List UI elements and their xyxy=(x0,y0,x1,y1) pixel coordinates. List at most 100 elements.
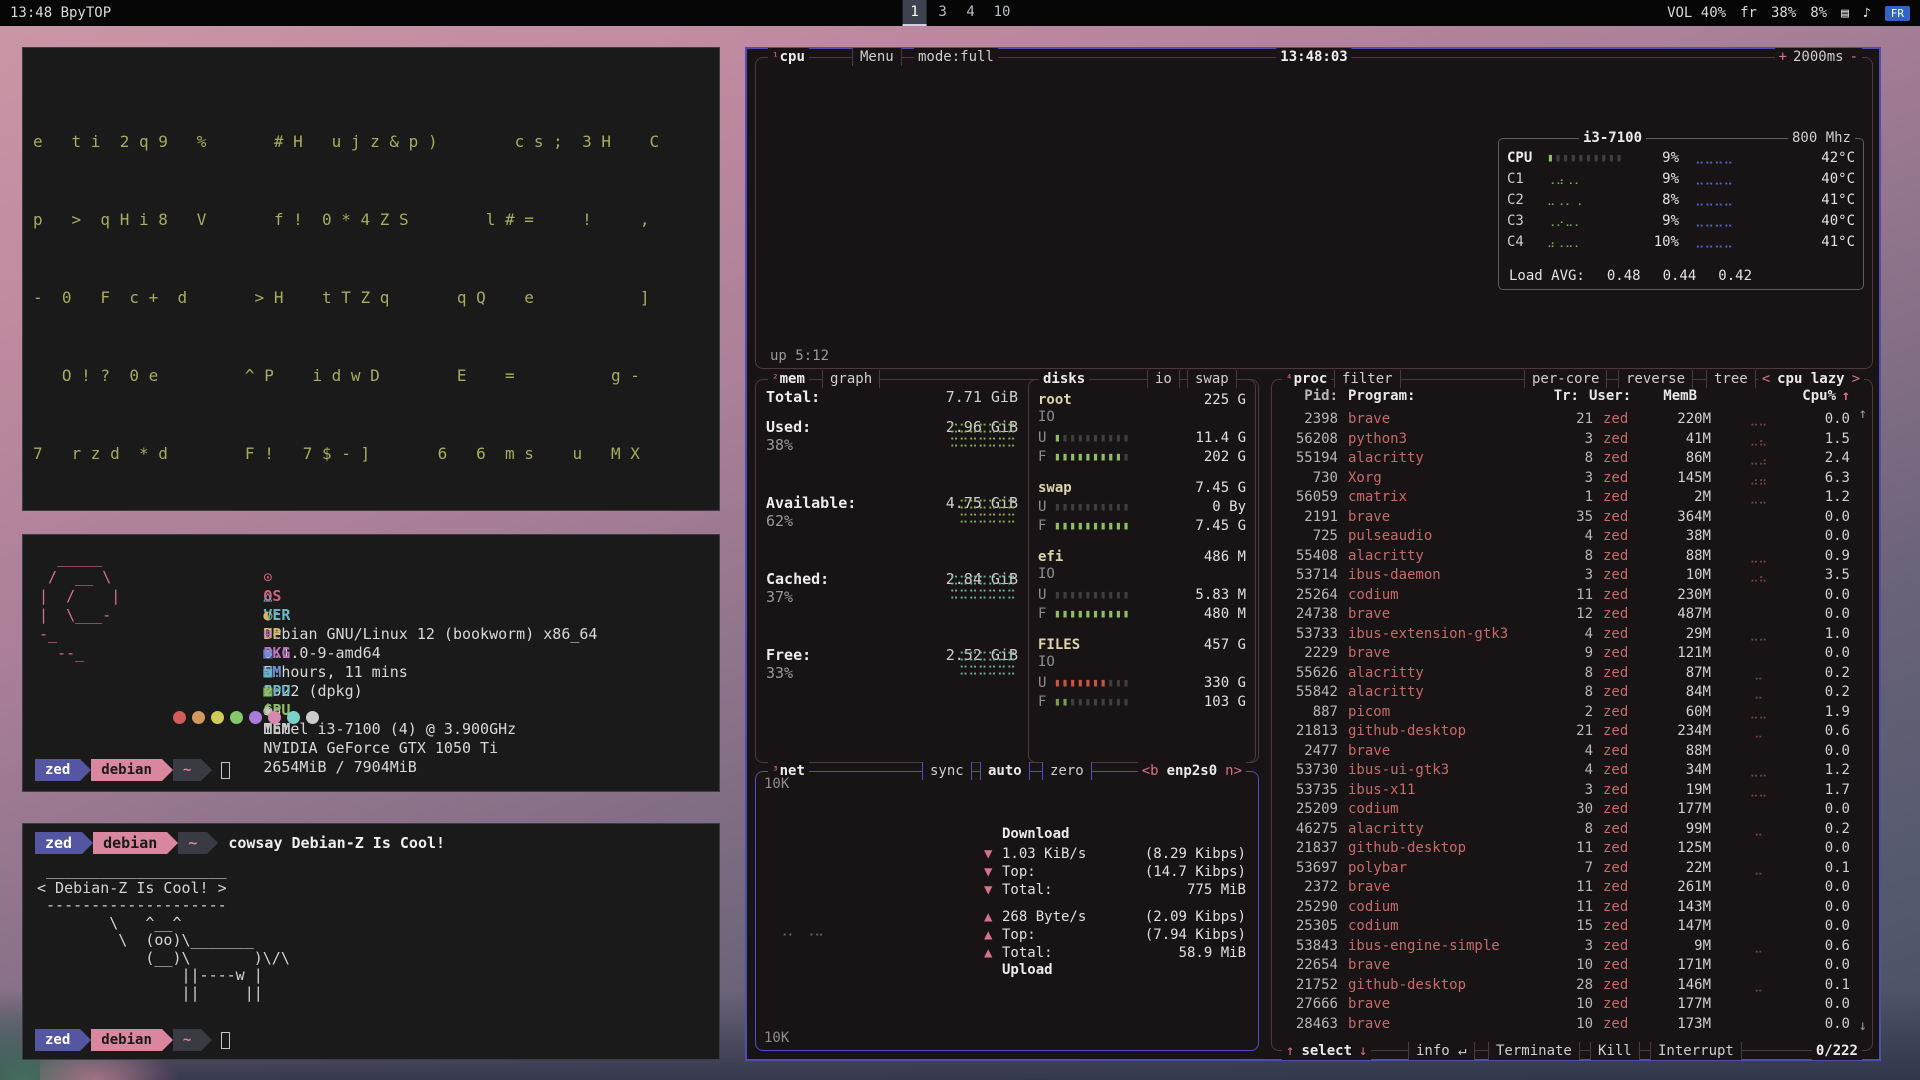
process-cpu-percent: 0.9 xyxy=(1806,547,1850,567)
disks-io-toggle[interactable]: io xyxy=(1147,370,1180,388)
process-row[interactable]: 2398 brave 21 zed 220M ⣀⣀ 0.0 xyxy=(1280,410,1850,430)
process-memory: 2M xyxy=(1651,488,1711,508)
select-down-arrow[interactable]: ↓ xyxy=(1359,1042,1367,1060)
iface-prev-button[interactable]: <b xyxy=(1142,762,1159,780)
neofetch-terminal[interactable]: _____ / __ \ | / | | \___- -_ --_ ⊙ OS :… xyxy=(22,534,720,792)
proc-select-control: ↑ select ↓ xyxy=(1282,1042,1371,1060)
bpytop-terminal[interactable]: ¹cpu Menu mode:full 13:48:03 + 2000ms - … xyxy=(745,47,1881,1061)
process-row[interactable]: 55194 alacritty 8 zed 86M ⣀⣠ 2.4 xyxy=(1280,449,1850,469)
process-name: alacritty xyxy=(1348,449,1563,469)
process-row[interactable]: 887 picom 2 zed 60M ⣀⣀ 1.9 xyxy=(1280,703,1850,723)
prompt-path-segment: ~ xyxy=(173,1029,201,1051)
sort-prev-button[interactable]: < xyxy=(1762,370,1770,388)
process-row[interactable]: 2477 brave 4 zed 88M 0.0 xyxy=(1280,742,1850,762)
net-zero-toggle[interactable]: zero xyxy=(1042,762,1092,780)
process-row[interactable]: 22654 brave 10 zed 171M 0.0 xyxy=(1280,956,1850,976)
process-cpu-percent: 0.2 xyxy=(1806,683,1850,703)
process-row[interactable]: 56208 python3 3 zed 41M ⣀⣄ 1.5 xyxy=(1280,430,1850,450)
language-flag-badge[interactable]: FR xyxy=(1885,6,1910,21)
workspace-button[interactable]: 4 xyxy=(959,0,983,26)
proc-reverse-toggle[interactable]: reverse xyxy=(1618,370,1693,388)
proc-terminate-button[interactable]: Terminate xyxy=(1488,1042,1580,1060)
proc-percore-toggle[interactable]: per-core xyxy=(1524,370,1607,388)
process-row[interactable]: 55626 alacritty 8 zed 87M ⣀ 0.2 xyxy=(1280,664,1850,684)
disks-swap-toggle[interactable]: swap xyxy=(1187,370,1237,388)
process-row[interactable]: 21837 github-desktop 11 zed 125M 0.0 xyxy=(1280,839,1850,859)
interval-increase-button[interactable]: + xyxy=(1779,48,1787,66)
header-threads[interactable]: Tr: xyxy=(1549,388,1579,404)
sort-direction-icon[interactable]: ↑ xyxy=(1836,388,1850,404)
display-icon[interactable]: ▤ xyxy=(1841,6,1849,21)
speaker-icon[interactable]: ♪ xyxy=(1863,6,1871,21)
process-user: zed xyxy=(1593,683,1651,703)
process-row[interactable]: 55842 alacritty 8 zed 84M ⣀ 0.2 xyxy=(1280,683,1850,703)
terminal-cursor[interactable] xyxy=(221,762,230,779)
process-threads: 4 xyxy=(1563,742,1593,762)
process-row[interactable]: 24738 brave 12 zed 487M 0.0 xyxy=(1280,605,1850,625)
scroll-up-indicator[interactable]: ↑ xyxy=(1859,406,1867,422)
scroll-down-indicator[interactable]: ↓ xyxy=(1859,1018,1867,1034)
select-up-arrow[interactable]: ↑ xyxy=(1286,1042,1294,1060)
process-user: zed xyxy=(1593,898,1651,918)
proc-kill-button[interactable]: Kill xyxy=(1590,1042,1640,1060)
header-cpu[interactable]: Cpu% xyxy=(1792,388,1836,404)
process-row[interactable]: 25209 codium 30 zed 177M 0.0 xyxy=(1280,800,1850,820)
sort-next-button[interactable]: > xyxy=(1852,370,1860,388)
header-pid[interactable]: Pid: xyxy=(1280,388,1338,404)
net-interface-selector: <b enp2s0 n> xyxy=(1138,762,1246,780)
iface-next-button[interactable]: n> xyxy=(1225,762,1242,780)
shell-prompt: zeddebian~ xyxy=(35,1029,230,1051)
mem-graph-toggle[interactable]: graph xyxy=(822,370,880,388)
mem-box-title[interactable]: ²mem xyxy=(768,370,809,388)
process-row[interactable]: 53697 polybar 7 zed 22M ⣀ 0.1 xyxy=(1280,859,1850,879)
process-row[interactable]: 25290 codium 11 zed 143M 0.0 xyxy=(1280,898,1850,918)
process-row[interactable]: 21752 github-desktop 28 zed 146M ⣀ 0.1 xyxy=(1280,976,1850,996)
process-row[interactable]: 725 pulseaudio 4 zed 38M 0.0 xyxy=(1280,527,1850,547)
terminal-color-palette xyxy=(173,711,319,724)
process-row[interactable]: 28463 brave 10 zed 173M 0.0 xyxy=(1280,1015,1850,1035)
process-row[interactable]: 53714 ibus-daemon 3 zed 10M ⣀⣄ 3.5 xyxy=(1280,566,1850,586)
process-row[interactable]: 53735 ibus-x11 3 zed 19M ⣀⣀ 1.7 xyxy=(1280,781,1850,801)
cowsay-terminal[interactable]: zeddebian~ cowsay Debian-Z Is Cool! ____… xyxy=(22,823,720,1060)
disks-title[interactable]: disks xyxy=(1039,370,1089,388)
net-sync-toggle[interactable]: sync xyxy=(922,762,972,780)
process-row[interactable]: 56059 cmatrix 1 zed 2M ⣀⣀ 1.2 xyxy=(1280,488,1850,508)
cmatrix-terminal[interactable]: e t i 2 q 9 % # H u j z & p ) c s ; 3 H … xyxy=(22,47,720,511)
workspace-button[interactable]: 10 xyxy=(987,0,1018,26)
terminal-cursor[interactable] xyxy=(221,1032,230,1049)
mem-stat-block: Free: 2.52 GiB 33% ⣒⣒⣒⣒⣒⣒ ⣒⣒⣒⣒⣒⣒ xyxy=(766,646,1018,722)
process-row[interactable]: 53730 ibus-ui-gtk3 4 zed 34M ⣀⣀ 1.2 xyxy=(1280,761,1850,781)
process-row[interactable]: 21813 github-desktop 21 zed 234M ⣀ 0.6 xyxy=(1280,722,1850,742)
cpu-box-title[interactable]: ¹cpu xyxy=(768,48,809,66)
header-program[interactable]: Program: xyxy=(1348,388,1549,404)
proc-interrupt-button[interactable]: Interrupt xyxy=(1650,1042,1742,1060)
process-row[interactable]: 25305 codium 15 zed 147M 0.0 xyxy=(1280,917,1850,937)
workspace-button[interactable]: 3 xyxy=(931,0,955,26)
process-row[interactable]: 730 Xorg 3 zed 145M ⣠⣤ 6.3 xyxy=(1280,469,1850,489)
net-auto-toggle[interactable]: auto xyxy=(980,762,1030,780)
process-row[interactable]: 53733 ibus-extension-gtk3 4 zed 29M ⣀⣀ 1… xyxy=(1280,625,1850,645)
volume-indicator[interactable]: VOL 40% xyxy=(1667,5,1726,21)
process-row[interactable]: 53843 ibus-engine-simple 3 zed 9M ⣀ 0.6 xyxy=(1280,937,1850,957)
interval-decrease-button[interactable]: - xyxy=(1850,48,1858,66)
process-table[interactable]: 2398 brave 21 zed 220M ⣀⣀ 0.0 56208 pyth… xyxy=(1280,410,1850,1036)
proc-box-title[interactable]: ⁴proc xyxy=(1282,370,1331,388)
process-row[interactable]: 27666 brave 10 zed 177M 0.0 xyxy=(1280,995,1850,1015)
header-memory[interactable]: MemB xyxy=(1637,388,1697,404)
proc-tree-toggle[interactable]: tree xyxy=(1706,370,1756,388)
keyboard-layout-indicator[interactable]: fr xyxy=(1740,5,1757,21)
mode-toggle[interactable]: mode:full xyxy=(914,48,998,66)
process-row[interactable]: 2372 brave 11 zed 261M 0.0 xyxy=(1280,878,1850,898)
workspace-button[interactable]: 1 xyxy=(903,0,927,26)
process-row[interactable]: 2191 brave 35 zed 364M 0.0 xyxy=(1280,508,1850,528)
process-user: zed xyxy=(1593,742,1651,762)
menu-button[interactable]: Menu xyxy=(852,48,902,66)
process-row[interactable]: 46275 alacritty 8 zed 99M ⣀ 0.2 xyxy=(1280,820,1850,840)
process-memory: 88M xyxy=(1651,742,1711,762)
process-row[interactable]: 55408 alacritty 8 zed 88M ⣀⣀ 0.9 xyxy=(1280,547,1850,567)
process-row[interactable]: 25264 codium 11 zed 230M 0.0 xyxy=(1280,586,1850,606)
header-user[interactable]: User: xyxy=(1579,388,1637,404)
process-row[interactable]: 2229 brave 9 zed 121M 0.0 xyxy=(1280,644,1850,664)
proc-info-button[interactable]: info ↵ xyxy=(1408,1042,1475,1060)
proc-filter-button[interactable]: filter xyxy=(1334,370,1401,388)
